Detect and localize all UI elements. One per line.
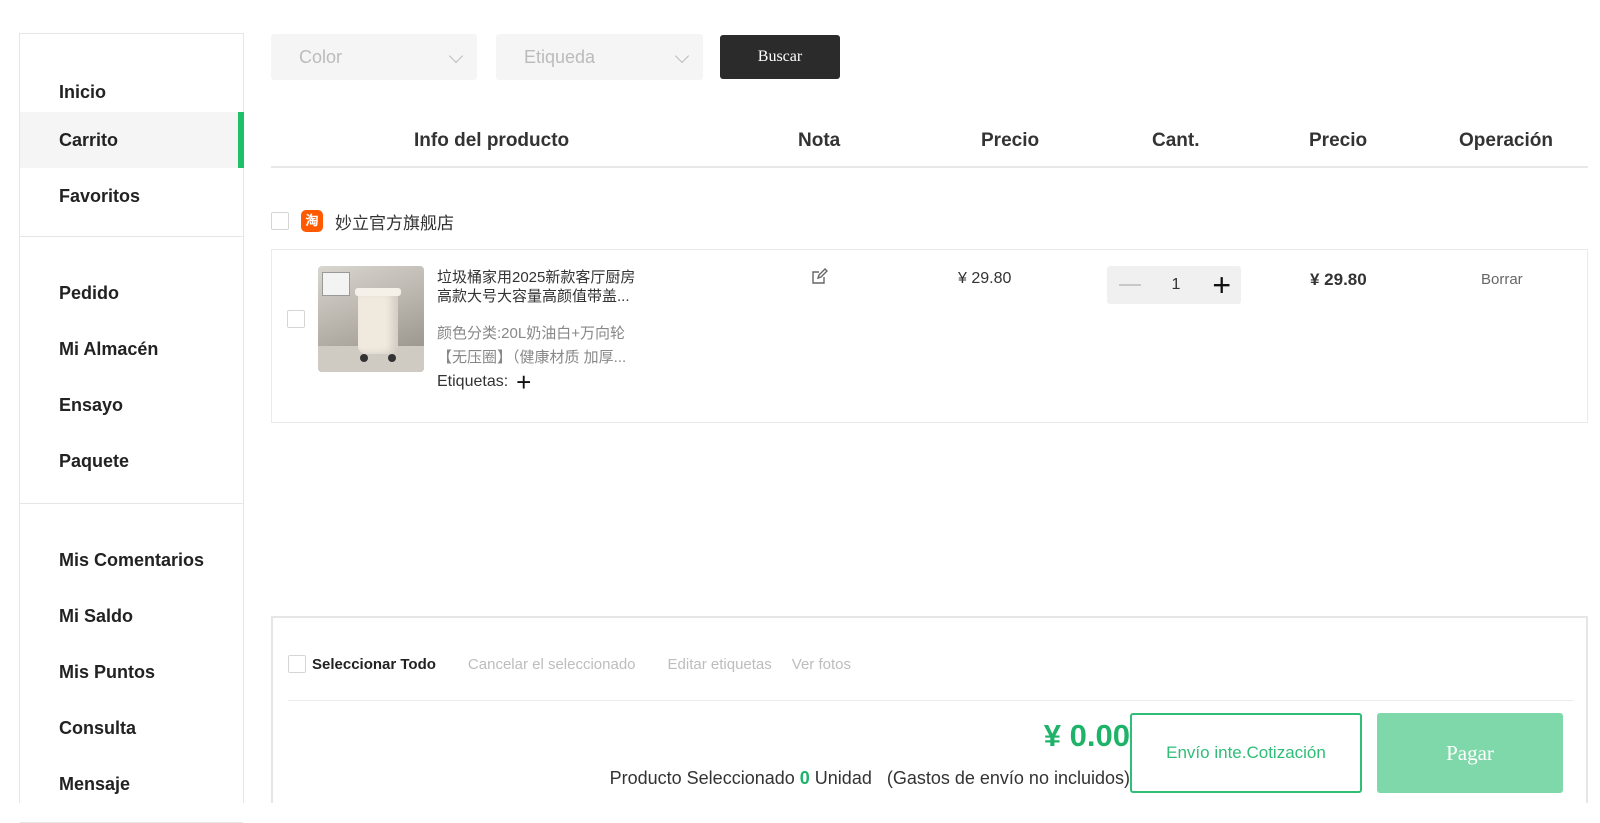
header-product-info: Info del producto bbox=[414, 130, 570, 151]
sidebar-item-inicio[interactable]: Inicio bbox=[20, 72, 243, 112]
sidebar-item-paquete[interactable]: Paquete bbox=[20, 433, 243, 489]
footer-actions: Seleccionar Todo Cancelar el seleccionad… bbox=[288, 655, 851, 673]
delete-item-link[interactable]: Borrar bbox=[1481, 271, 1523, 288]
sidebar-item-pedido[interactable]: Pedido bbox=[20, 265, 243, 321]
item-checkbox[interactable] bbox=[287, 310, 305, 328]
sidebar-group-orders: Pedido Mi Almacén Ensayo Paquete bbox=[20, 237, 243, 504]
product-spec: 颜色分类:20L奶油白+万向轮 【无压圈】（健康材质 加厚... bbox=[437, 322, 657, 370]
tag-select-placeholder: Etiqueda bbox=[524, 47, 596, 67]
color-select-placeholder: Color bbox=[299, 47, 343, 67]
store-row: 淘 妙立官方旗舰店 bbox=[271, 206, 454, 236]
product-spec-line: 【无压圈】（健康材质 加厚... bbox=[437, 349, 627, 366]
header-price: Precio bbox=[981, 130, 1040, 151]
sidebar-item-mi-saldo[interactable]: Mi Saldo bbox=[20, 588, 243, 644]
sidebar-item-mis-comentarios[interactable]: Mis Comentarios bbox=[20, 532, 243, 588]
sidebar-group-account: Mis Comentarios Mi Saldo Mis Puntos Cons… bbox=[20, 504, 243, 823]
sidebar-item-mis-puntos[interactable]: Mis Puntos bbox=[20, 644, 243, 700]
header-qty: Cant. bbox=[1152, 130, 1200, 151]
store-name[interactable]: 妙立官方旗舰店 bbox=[335, 209, 454, 234]
product-thumbnail[interactable] bbox=[318, 266, 424, 372]
product-title-line: 高款大号大容量高颜值带盖... bbox=[437, 288, 630, 305]
store-checkbox[interactable] bbox=[271, 212, 289, 230]
sidebar-item-consulta[interactable]: Consulta bbox=[20, 700, 243, 756]
select-all-checkbox[interactable] bbox=[288, 655, 306, 673]
header-total-price: Precio bbox=[1309, 130, 1368, 151]
item-subtotal: ¥ 29.80 bbox=[1310, 270, 1367, 289]
cart-footer: Seleccionar Todo Cancelar el seleccionad… bbox=[271, 616, 1588, 803]
header-note: Nota bbox=[798, 130, 841, 151]
search-button[interactable]: Buscar bbox=[720, 35, 840, 79]
sidebar: Inicio Carrito Favoritos Pedido Mi Almac… bbox=[19, 33, 244, 823]
sidebar-item-mi-almacen[interactable]: Mi Almacén bbox=[20, 321, 243, 377]
selected-count: 0 bbox=[799, 768, 810, 788]
product-title-line: 垃圾桶家用2025新款客厅厨房 bbox=[437, 269, 636, 286]
view-photos-link[interactable]: Ver fotos bbox=[792, 656, 851, 673]
sidebar-item-favoritos[interactable]: Favoritos bbox=[20, 168, 243, 224]
cancel-selected-link[interactable]: Cancelar el seleccionado bbox=[468, 656, 636, 673]
cart-item-row: 垃圾桶家用2025新款客厅厨房 高款大号大容量高颜值带盖... 颜色分类:20L… bbox=[271, 249, 1588, 423]
plus-icon[interactable]: + bbox=[1212, 269, 1231, 301]
pay-button[interactable]: Pagar bbox=[1377, 713, 1563, 793]
minus-icon[interactable] bbox=[1119, 284, 1141, 286]
header-operation: Operación bbox=[1459, 130, 1553, 151]
sidebar-group-main: Inicio Carrito Favoritos bbox=[20, 34, 244, 237]
select-all-label[interactable]: Seleccionar Todo bbox=[312, 656, 436, 673]
store-badge-icon: 淘 bbox=[301, 210, 323, 232]
unit-price: ¥ 29.80 bbox=[958, 270, 1012, 287]
quantity-stepper: 1 + bbox=[1107, 266, 1241, 304]
chevron-down-icon bbox=[448, 48, 464, 64]
product-spec-line: 颜色分类:20L奶油白+万向轮 bbox=[437, 325, 625, 342]
shipping-quote-button[interactable]: Envío inte.Cotización bbox=[1130, 713, 1362, 793]
selected-prefix: Producto Seleccionado bbox=[609, 768, 795, 788]
cart-table-header: Info del producto Nota Precio Cant. Prec… bbox=[271, 120, 1588, 168]
selected-unit: Unidad bbox=[814, 768, 872, 788]
note-edit-icon[interactable] bbox=[810, 268, 828, 286]
add-tag-icon[interactable]: + bbox=[516, 369, 531, 395]
footer-divider bbox=[288, 700, 1574, 701]
sidebar-item-mensaje[interactable]: Mensaje bbox=[20, 756, 243, 812]
quantity-value[interactable]: 1 bbox=[1167, 276, 1185, 294]
chevron-down-icon bbox=[674, 48, 690, 64]
edit-tags-link[interactable]: Editar etiquetas bbox=[668, 656, 772, 673]
product-title[interactable]: 垃圾桶家用2025新款客厅厨房 高款大号大容量高颜值带盖... bbox=[437, 268, 657, 306]
sidebar-item-ensayo[interactable]: Ensayo bbox=[20, 377, 243, 433]
tag-select[interactable]: Etiqueda bbox=[496, 34, 703, 80]
total-amount: ¥ 0.00 bbox=[1043, 718, 1130, 753]
product-tags: Etiquetas: + bbox=[437, 369, 531, 395]
selection-summary: Producto Seleccionado 0 Unidad (Gastos d… bbox=[610, 768, 1130, 789]
shipping-note: (Gastos de envío no incluidos) bbox=[886, 768, 1130, 788]
color-select[interactable]: Color bbox=[271, 34, 477, 80]
sidebar-item-carrito[interactable]: Carrito bbox=[20, 112, 244, 168]
tags-label: Etiquetas: bbox=[437, 373, 509, 390]
